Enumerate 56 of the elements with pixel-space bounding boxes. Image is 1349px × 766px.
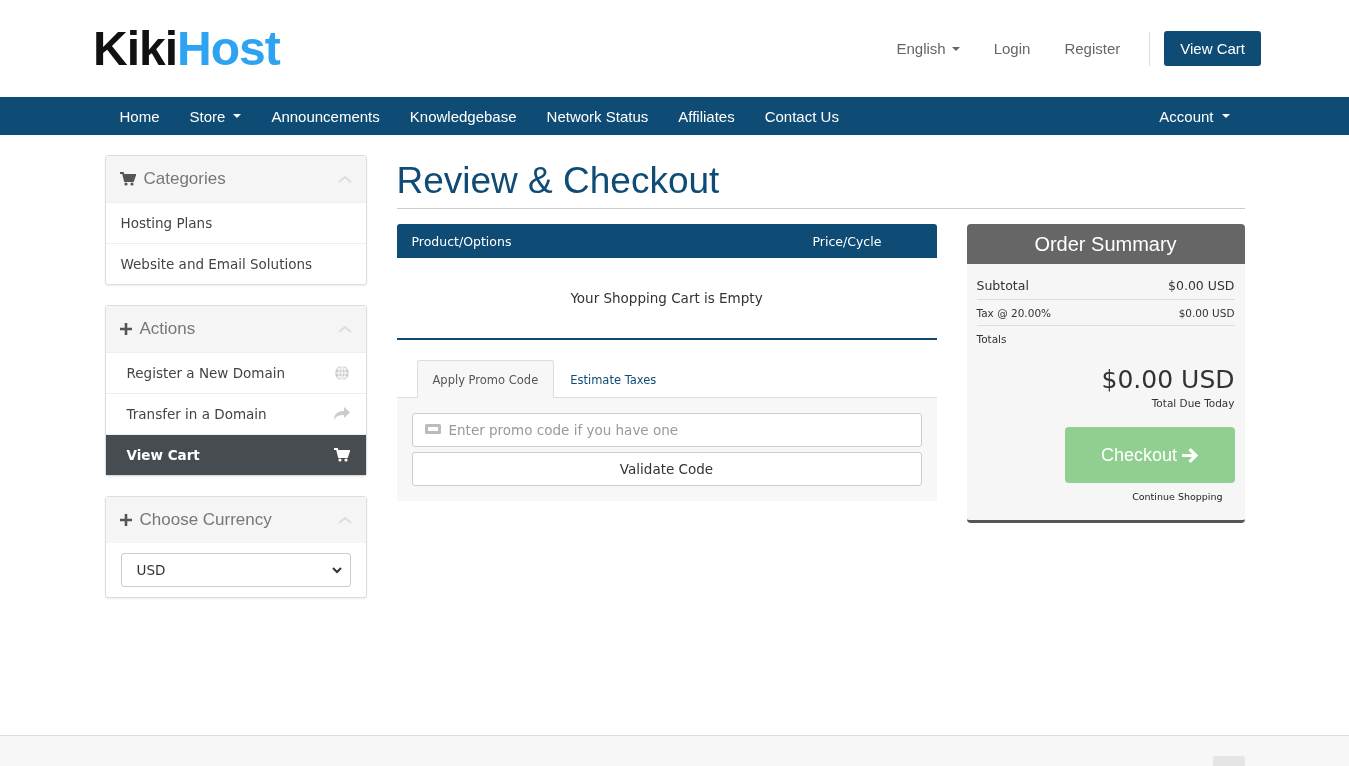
- account-menu[interactable]: Account: [1144, 97, 1245, 135]
- tab[interactable]: Estimate Taxes: [554, 360, 673, 398]
- panel-title: Choose Currency: [139, 510, 273, 530]
- header-link[interactable]: Login: [976, 40, 1048, 57]
- panel-header[interactable]: Categories: [105, 156, 366, 202]
- ticket-icon: [424, 424, 441, 434]
- caret-icon: [951, 46, 960, 51]
- validate-code-button[interactable]: Validate Code: [411, 452, 922, 486]
- sidebar-item[interactable]: View Cart: [105, 434, 366, 475]
- sidebar-item[interactable]: Website and Email Solutions: [105, 243, 366, 284]
- summary-title: Order Summary: [966, 224, 1245, 264]
- chevron-down-icon: [331, 566, 342, 574]
- tab[interactable]: Apply Promo Code: [416, 360, 555, 398]
- globe-icon: [333, 365, 350, 381]
- nav-link[interactable]: Affiliates: [663, 97, 750, 135]
- panel-header[interactable]: Choose Currency: [105, 497, 366, 543]
- sidebar-item[interactable]: Register a New Domain: [105, 352, 366, 393]
- summary-value: $0.00 USD: [1178, 307, 1235, 319]
- continue-shopping-link[interactable]: Continue Shopping: [1132, 491, 1223, 502]
- header-link[interactable]: Register: [1047, 40, 1138, 57]
- share-arrow-icon: [333, 407, 350, 421]
- arrow-right-icon: [1181, 446, 1198, 464]
- sidebar-item[interactable]: Hosting Plans: [105, 202, 366, 243]
- nav-link[interactable]: Contact Us: [749, 97, 854, 135]
- nav-link[interactable]: Network Status: [531, 97, 664, 135]
- cart-icon: [333, 448, 350, 462]
- plus-icon: [119, 323, 132, 335]
- panel-header[interactable]: Actions: [105, 306, 366, 352]
- panel-title: Actions: [139, 319, 197, 339]
- summary-value: $0.00 USD: [1168, 278, 1235, 293]
- summary-label: Subtotal: [976, 278, 1029, 293]
- logo[interactable]: KikiHost: [93, 24, 280, 73]
- column-header: Product/Options: [410, 233, 513, 249]
- summary-label: Totals: [976, 332, 1008, 345]
- panel-title: Categories: [143, 169, 227, 189]
- plus-icon: [119, 514, 132, 526]
- promo-code-field[interactable]: Enter promo code if you have one: [411, 413, 922, 447]
- column-header: Price/Cycle: [812, 233, 883, 249]
- caret-icon: [1221, 114, 1230, 118]
- cart-icon: [119, 172, 136, 186]
- empty-cart-message: Your Shopping Cart is Empty: [396, 258, 937, 340]
- caret-icon: [233, 114, 242, 118]
- currency-select[interactable]: USD: [120, 553, 351, 587]
- total-amount: $0.00 USD: [1101, 365, 1235, 394]
- language-dropdown[interactable]: English: [879, 40, 977, 57]
- chevron-up-icon: [337, 516, 352, 524]
- nav-link[interactable]: Home: [104, 97, 175, 135]
- view-cart-button[interactable]: View Cart: [1164, 31, 1261, 66]
- nav-link[interactable]: Store: [174, 97, 257, 135]
- total-caption: Total Due Today: [1151, 397, 1235, 409]
- summary-label: Tax @ 20.00%: [976, 307, 1052, 319]
- chevron-up-icon: [337, 175, 352, 183]
- page-title: Review & Checkout: [396, 160, 1245, 209]
- nav-link[interactable]: Announcements: [256, 97, 395, 135]
- nav-link[interactable]: Knowledgebase: [394, 97, 532, 135]
- chevron-up-icon: [337, 325, 352, 333]
